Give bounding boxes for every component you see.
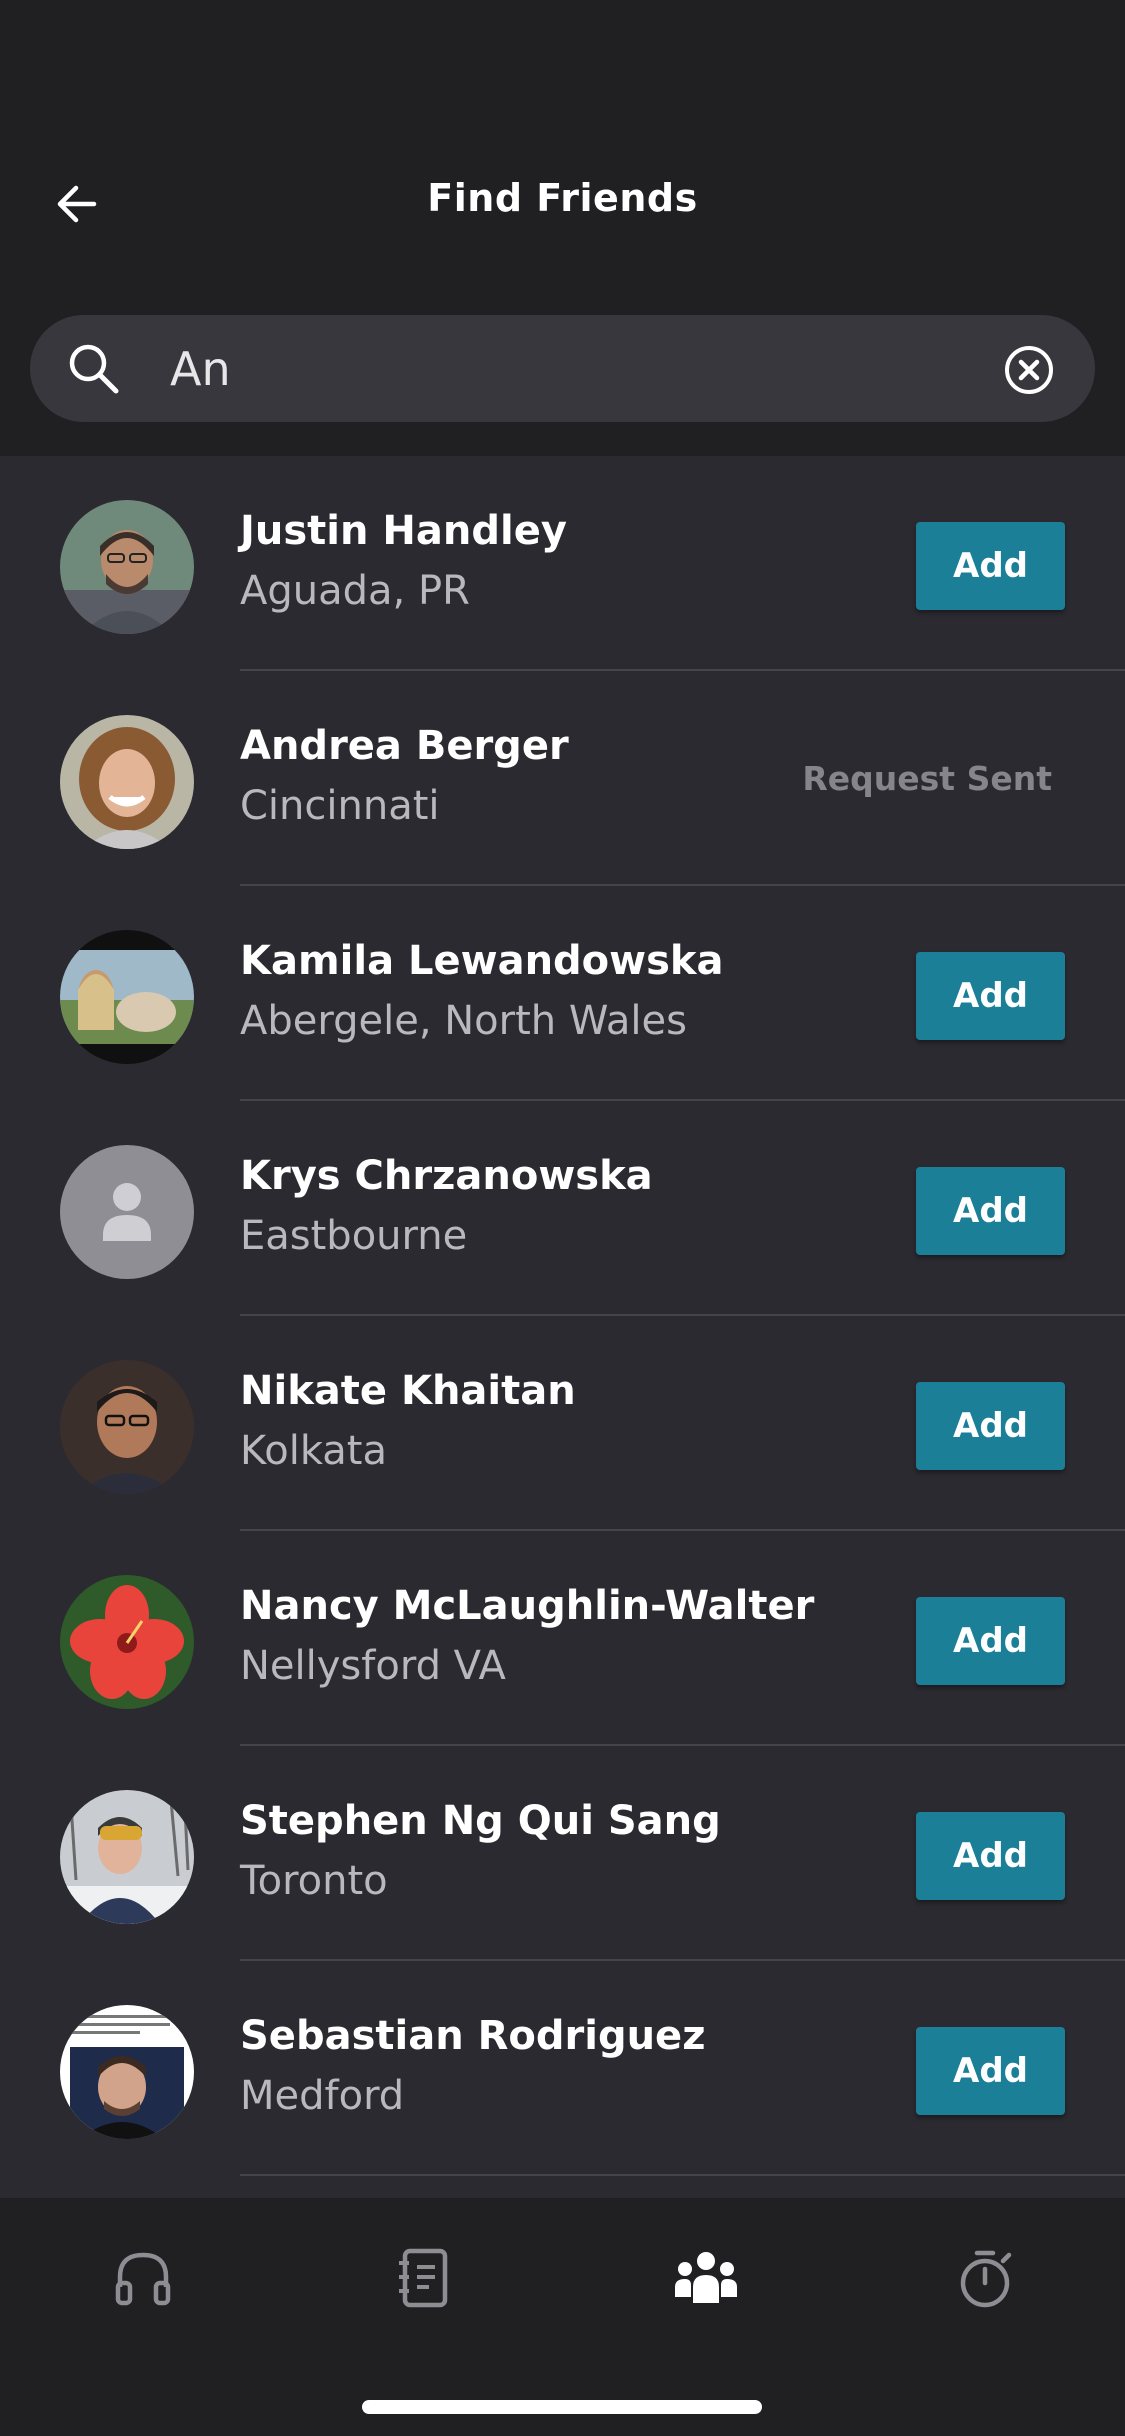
person-location: Medford — [240, 2073, 405, 2119]
list-item[interactable]: Stephen Ng Qui Sang Toronto Add — [0, 1746, 1125, 1961]
list-item[interactable]: Nikate Khaitan Kolkata Add — [0, 1316, 1125, 1531]
tab-friends[interactable] — [668, 2240, 744, 2316]
list-item[interactable]: Nancy McLaughlin-Walter Nellysford VA Ad… — [0, 1531, 1125, 1746]
avatar — [60, 2005, 194, 2139]
search-input[interactable] — [170, 335, 1010, 402]
divider — [240, 2174, 1125, 2176]
list-item[interactable]: Justin Handley Aguada, PR Add — [0, 456, 1125, 671]
home-indicator — [362, 2400, 762, 2414]
tab-listen[interactable] — [105, 2240, 181, 2316]
avatar — [60, 1145, 194, 1279]
avatar — [60, 500, 194, 634]
person-location: Abergele, North Wales — [240, 998, 687, 1044]
person-location: Eastbourne — [240, 1213, 468, 1259]
person-location: Nellysford VA — [240, 1643, 506, 1689]
avatar — [60, 1360, 194, 1494]
person-name: Justin Handley — [240, 508, 567, 554]
search-bar — [30, 315, 1095, 422]
list-item[interactable]: Kamila Lewandowska Abergele, North Wales… — [0, 886, 1125, 1101]
add-friend-button[interactable]: Add — [916, 1812, 1065, 1900]
friends-icon — [675, 2252, 737, 2303]
list-item[interactable]: Krys Chrzanowska Eastbourne Add — [0, 1101, 1125, 1316]
avatar — [60, 1575, 194, 1709]
person-name: Krys Chrzanowska — [240, 1153, 653, 1199]
page-title: Find Friends — [427, 176, 698, 220]
person-location: Toronto — [240, 1858, 388, 1904]
add-friend-button[interactable]: Add — [916, 1382, 1065, 1470]
person-name: Nancy McLaughlin-Walter — [240, 1583, 815, 1629]
avatar — [60, 930, 194, 1064]
clear-search-icon[interactable] — [1002, 343, 1056, 397]
results-list: Justin Handley Aguada, PR Add Andrea Ber… — [0, 456, 1125, 2176]
headphones-icon — [115, 2252, 171, 2306]
person-name: Stephen Ng Qui Sang — [240, 1798, 721, 1844]
tab-journal[interactable] — [387, 2240, 463, 2316]
add-friend-button[interactable]: Add — [916, 522, 1065, 610]
add-friend-button[interactable]: Add — [916, 2027, 1065, 2115]
avatar — [60, 715, 194, 849]
tab-timer[interactable] — [948, 2240, 1024, 2316]
person-location: Cincinnati — [240, 783, 440, 829]
list-item[interactable]: Andrea Berger Cincinnati Request Sent — [0, 671, 1125, 886]
person-name: Sebastian Rodriguez — [240, 2013, 706, 2059]
person-name: Andrea Berger — [240, 723, 569, 769]
list-item[interactable]: Sebastian Rodriguez Medford Add — [0, 1961, 1125, 2176]
person-location: Kolkata — [240, 1428, 387, 1474]
person-location: Aguada, PR — [240, 568, 470, 614]
add-friend-button[interactable]: Add — [916, 1597, 1065, 1685]
search-icon — [69, 344, 119, 394]
person-name: Kamila Lewandowska — [240, 938, 724, 984]
avatar — [60, 1790, 194, 1924]
person-name: Nikate Khaitan — [240, 1368, 576, 1414]
stopwatch-icon — [960, 2250, 1012, 2308]
add-friend-button[interactable]: Add — [916, 1167, 1065, 1255]
add-friend-button[interactable]: Add — [916, 952, 1065, 1040]
top-bar: Find Friends — [0, 0, 1125, 456]
request-sent-label: Request Sent — [802, 759, 1052, 798]
journal-icon — [399, 2248, 448, 2308]
